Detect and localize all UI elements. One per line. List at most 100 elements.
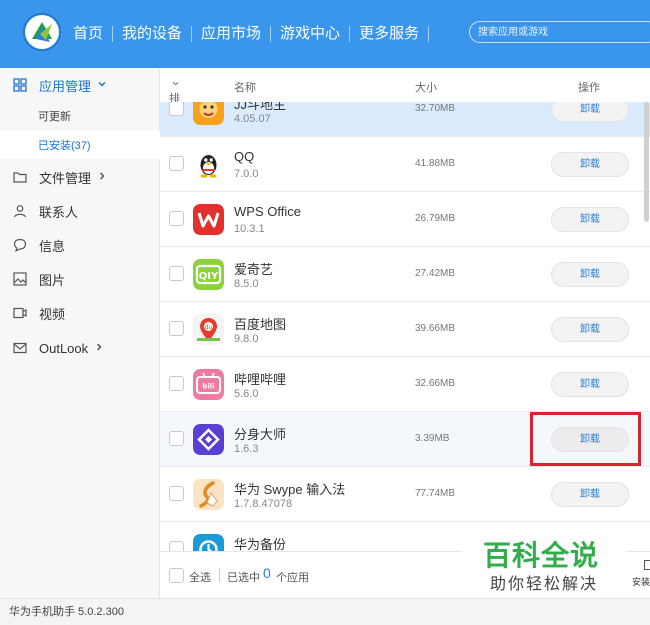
sidebar-item-contacts[interactable]: 联系人 xyxy=(0,196,160,226)
table-row[interactable]: WPS Office 10.3.1 26.79MB 卸载 xyxy=(160,192,650,247)
uninstall-button[interactable]: 卸载 xyxy=(551,427,629,452)
row-checkbox[interactable] xyxy=(169,102,184,116)
sidebar-item-file-manage[interactable]: 文件管理 xyxy=(0,162,160,192)
selected-label: 已选中 xyxy=(227,572,260,584)
image-icon xyxy=(13,272,27,286)
uninstall-button[interactable]: 卸载 xyxy=(551,372,629,397)
nav-divider xyxy=(428,26,430,42)
chevron-right-icon xyxy=(94,341,104,355)
app-name: 哔哩哔哩 xyxy=(234,372,287,387)
app-name: 华为 Swype 输入法 xyxy=(234,482,346,497)
table-row[interactable]: du 百度地图 9.8.0 39.66MB 卸载 xyxy=(160,302,650,357)
sort-column-header[interactable]: 排序 xyxy=(169,79,180,121)
search-box xyxy=(469,21,650,43)
sidebar-item-app-manage[interactable]: 应用管理 xyxy=(0,70,160,100)
install-icon xyxy=(644,560,650,570)
watermark-logo: 百科全说 助你轻松解决 xyxy=(462,527,626,598)
table-row[interactable]: 分身大师 1.6.3 3.39MB 卸载 xyxy=(160,412,650,467)
iqiyi-icon: QIY xyxy=(193,259,224,290)
sidebar-item-outlook[interactable]: OutLook xyxy=(0,333,160,363)
chat-bubble-icon xyxy=(13,238,27,252)
sidebar-subitem-installed[interactable]: 已安装(37) xyxy=(0,131,160,159)
uninstall-button[interactable]: 卸载 xyxy=(551,102,629,122)
selected-unit-label: 个应用 xyxy=(276,572,309,584)
folder-icon xyxy=(13,170,27,184)
app-version-text: 华为手机助手 5.0.2.300 xyxy=(9,606,124,618)
nav-my-device-label: 我的设备 xyxy=(122,25,183,42)
app-name: 爱奇艺 xyxy=(234,262,274,277)
app-list-panel: 排序 名称 大小 操作 JJ斗地主 4.05.07 32.70MB 卸载 QQ … xyxy=(160,68,650,598)
row-checkbox[interactable] xyxy=(169,376,184,391)
nav-more-services[interactable]: 更多服务 xyxy=(350,24,428,44)
app-version: 7.0.0 xyxy=(234,168,259,180)
row-checkbox[interactable] xyxy=(169,156,184,171)
jj-landlord-icon xyxy=(193,102,224,125)
app-name: 百度地图 xyxy=(234,317,287,332)
nav-home[interactable]: 首页 xyxy=(64,24,112,44)
app-version: 9.8.0 xyxy=(234,333,259,345)
sidebar-item-videos[interactable]: 视频 xyxy=(0,298,160,328)
svg-text:bili: bili xyxy=(202,383,214,391)
search-input[interactable] xyxy=(470,22,650,43)
row-checkbox[interactable] xyxy=(169,541,184,551)
sidebar-subitem-label: 可更新 xyxy=(38,111,71,123)
table-row[interactable]: QIY 爱奇艺 8.5.0 27.42MB 卸载 xyxy=(160,247,650,302)
sidebar-item-label: 视频 xyxy=(39,306,66,322)
chevron-down-icon xyxy=(97,78,107,92)
uninstall-button[interactable]: 卸载 xyxy=(551,317,629,342)
row-checkbox[interactable] xyxy=(169,486,184,501)
uninstall-button[interactable]: 卸载 xyxy=(551,262,629,287)
select-all-checkbox[interactable] xyxy=(169,568,184,583)
install-button-partial[interactable]: 安装 xyxy=(632,575,650,588)
person-icon xyxy=(13,204,27,218)
app-version: 8.5.0 xyxy=(234,278,259,290)
table-header: 排序 名称 大小 操作 xyxy=(160,68,650,121)
svg-text:QIY: QIY xyxy=(199,271,219,282)
app-version: 4.05.07 xyxy=(234,113,271,125)
app-size: 32.70MB xyxy=(415,103,456,114)
swype-icon xyxy=(193,479,224,510)
uninstall-button[interactable]: 卸载 xyxy=(551,152,629,177)
table-row[interactable]: JJ斗地主 4.05.07 32.70MB 卸载 xyxy=(160,102,650,137)
clone-master-icon xyxy=(193,424,224,455)
row-checkbox[interactable] xyxy=(169,211,184,226)
uninstall-button[interactable]: 卸载 xyxy=(551,207,629,232)
watermark-title: 百科全说 xyxy=(483,539,600,572)
table-row[interactable]: QQ 7.0.0 41.88MB 卸载 xyxy=(160,137,650,192)
list-scrollbar[interactable] xyxy=(644,102,649,222)
nav-game-center[interactable]: 游戏中心 xyxy=(271,24,349,44)
select-all-label[interactable]: 全选 xyxy=(189,569,211,585)
name-column-header: 名称 xyxy=(234,82,256,94)
app-size: 27.42MB xyxy=(415,268,456,279)
sidebar-subitem-updatable[interactable]: 可更新 xyxy=(0,102,160,130)
app-size: 3.39MB xyxy=(415,433,450,444)
sidebar-item-pictures[interactable]: 图片 xyxy=(0,264,160,294)
sidebar-item-messages[interactable]: 信息 xyxy=(0,230,160,260)
uninstall-button[interactable]: 卸载 xyxy=(551,482,629,507)
status-bar: 华为手机助手 5.0.2.300 xyxy=(0,598,650,625)
app-name: WPS Office xyxy=(234,204,301,219)
video-icon xyxy=(13,306,27,320)
app-name: 华为备份 xyxy=(234,537,287,551)
sidebar-item-label: 文件管理 xyxy=(39,170,92,186)
app-name: QQ xyxy=(234,149,255,164)
sidebar-item-label: OutLook xyxy=(39,340,89,356)
top-header: 首页 我的设备 应用市场 游戏中心 更多服务 xyxy=(0,0,650,80)
table-row[interactable]: 华为 Swype 输入法 1.7.8.47078 77.74MB 卸载 xyxy=(160,467,650,522)
wps-office-icon xyxy=(193,204,224,235)
row-checkbox[interactable] xyxy=(169,431,184,446)
app-list: JJ斗地主 4.05.07 32.70MB 卸载 QQ 7.0.0 41.88M… xyxy=(160,102,650,551)
app-size: 26.79MB xyxy=(415,213,456,224)
size-column-header: 大小 xyxy=(415,82,437,94)
nav-my-device[interactable]: 我的设备 xyxy=(113,24,191,80)
row-checkbox[interactable] xyxy=(169,266,184,281)
chevron-down-icon xyxy=(172,81,179,86)
row-checkbox[interactable] xyxy=(169,321,184,336)
table-row[interactable]: bili 哔哩哔哩 5.6.0 32.66MB 卸载 xyxy=(160,357,650,412)
main-nav: 首页 我的设备 应用市场 游戏中心 更多服务 xyxy=(64,0,430,80)
footer-divider xyxy=(219,568,220,582)
hisuite-logo-icon[interactable] xyxy=(22,12,62,52)
nav-app-market[interactable]: 应用市场 xyxy=(192,24,270,44)
svg-text:du: du xyxy=(205,324,213,331)
sidebar-item-label: 图片 xyxy=(39,272,66,288)
